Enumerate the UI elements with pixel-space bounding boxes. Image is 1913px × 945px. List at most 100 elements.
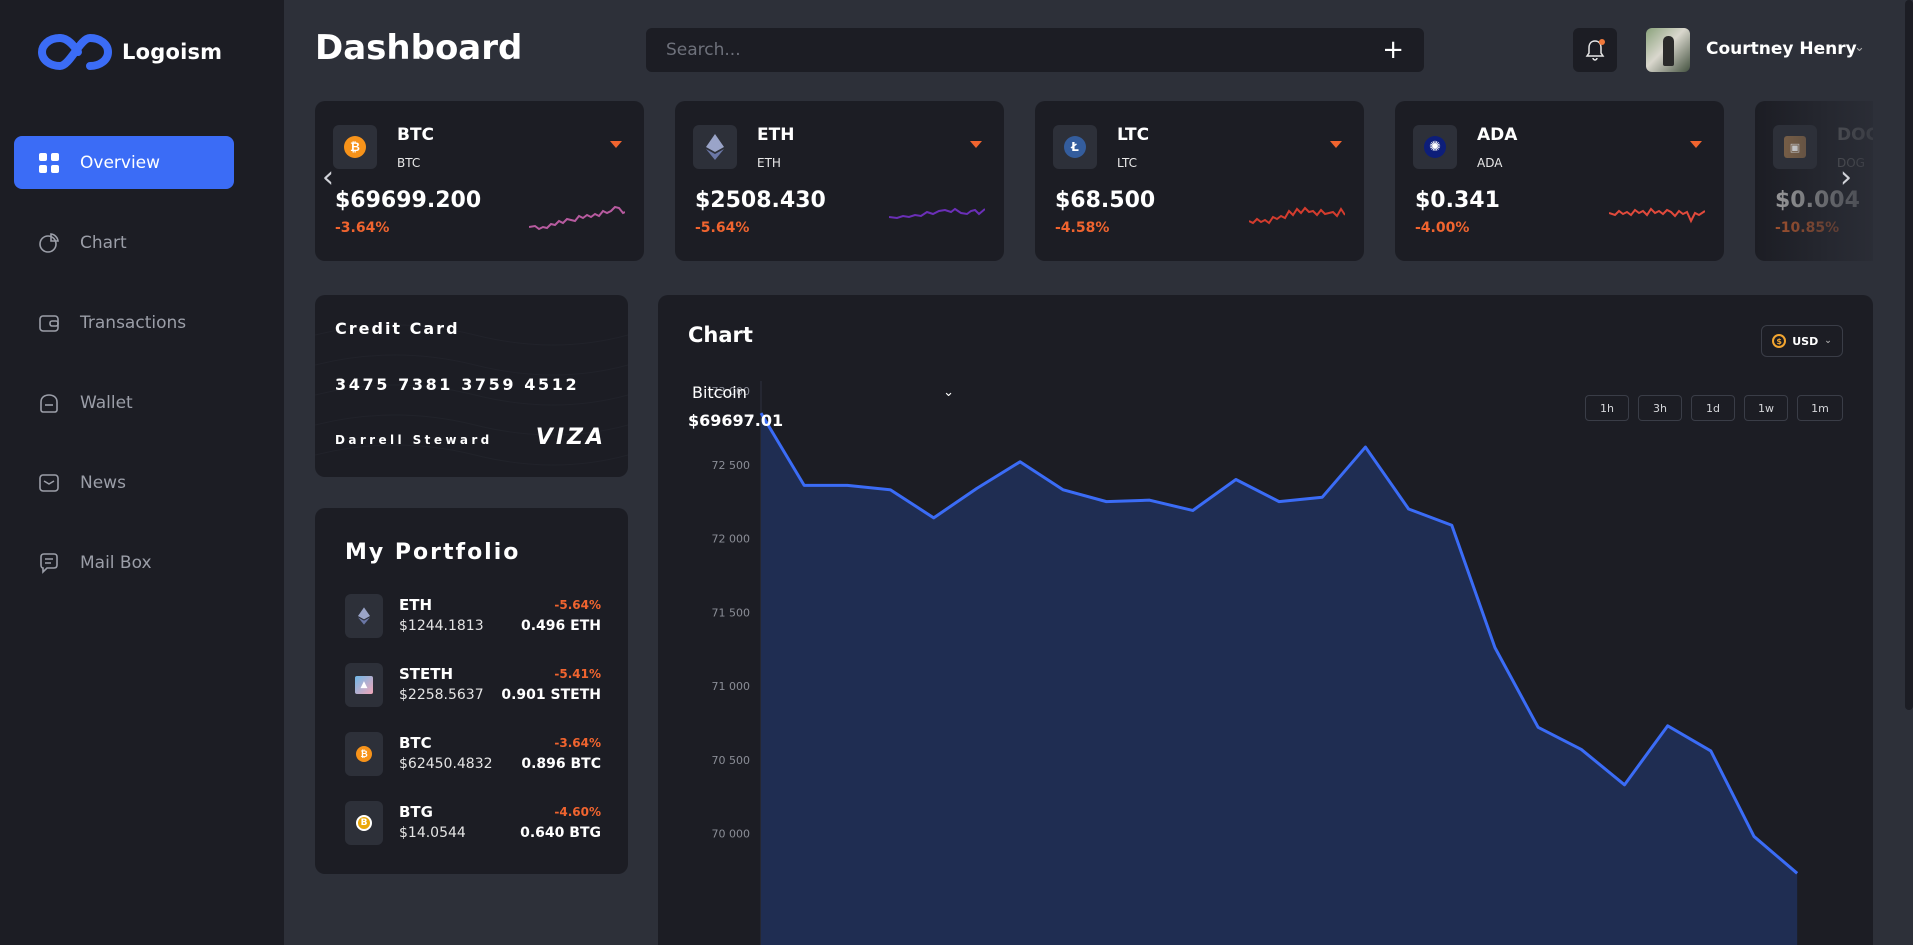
wallet-icon <box>38 392 60 414</box>
portfolio-amount: 0.640 BTG <box>520 825 601 841</box>
ticker-symbol: ADA <box>1477 125 1518 145</box>
avatar[interactable] <box>1646 28 1690 72</box>
sidebar-item-transactions[interactable]: Transactions <box>14 296 234 349</box>
portfolio-item[interactable]: ▲ STETH $2258.5637 -5.41% 0.901 STETH <box>345 663 601 707</box>
wallet-card-icon <box>38 312 60 334</box>
portfolio-change: -5.41% <box>554 667 601 681</box>
mail-icon <box>38 472 60 494</box>
coin-icon-box: ₿ <box>333 125 377 169</box>
notifications-button[interactable] <box>1573 28 1617 72</box>
ticker-change: -4.58% <box>1055 220 1110 236</box>
ticker-symbol: DOG <box>1837 125 1873 145</box>
sidebar-item-mail-box[interactable]: Mail Box <box>14 536 234 589</box>
chat-icon <box>38 552 60 574</box>
coin-icon-box: Ł <box>1053 125 1097 169</box>
logo-text: Logoism <box>122 40 223 64</box>
sidebar-item-news[interactable]: News <box>14 456 234 509</box>
sparkline <box>1249 206 1345 225</box>
chevron-down-icon: ⌄ <box>943 385 954 400</box>
portfolio-symbol: BTG <box>399 803 433 821</box>
chart-area <box>761 413 1798 945</box>
ticker-subtitle: LTC <box>1117 156 1138 170</box>
sidebar-item-label: Mail Box <box>80 552 152 573</box>
ticker-card-btc[interactable]: ₿ BTC BTC $69699.200 -3.64% <box>315 101 644 261</box>
carousel-prev-arrow-icon[interactable]: ‹ <box>322 163 334 193</box>
ticker-price: $2508.430 <box>695 188 826 213</box>
ticker-symbol: LTC <box>1117 125 1150 145</box>
timeframe-1m-button[interactable]: 1m <box>1797 395 1843 421</box>
portfolio-change: -5.64% <box>554 598 601 612</box>
portfolio-amount: 0.901 STETH <box>501 687 601 703</box>
user-name[interactable]: Courtney Henry <box>1706 39 1857 59</box>
ticker-card-dog[interactable]: ▣ DOG DOG $0.004 -10.85% <box>1755 101 1873 261</box>
ethereum-icon <box>345 594 383 638</box>
y-tick-label: 70 000 <box>712 828 751 841</box>
timeframe-1h-button[interactable]: 1h <box>1585 395 1629 421</box>
sidebar-item-label: Wallet <box>80 392 133 413</box>
add-button[interactable]: + <box>1382 37 1404 63</box>
portfolio-item[interactable]: B BTG $14.0544 -4.60% 0.640 BTG <box>345 801 601 845</box>
portfolio-item[interactable]: ₿ BTC $62450.4832 -3.64% 0.896 BTC <box>345 732 601 776</box>
scrollbar-thumb[interactable] <box>1905 0 1913 710</box>
notification-dot <box>1599 39 1605 45</box>
chevron-down-icon[interactable]: ⌄ <box>1854 40 1865 55</box>
ticker-card-ltc[interactable]: Ł LTC LTC $68.500 -4.58% <box>1035 101 1364 261</box>
grid-icon <box>38 152 60 174</box>
sidebar: Logoism Overview Chart Transactions Wall… <box>0 0 284 945</box>
portfolio-symbol: BTC <box>399 734 432 752</box>
ticker-symbol: ETH <box>757 125 795 145</box>
sidebar-item-chart[interactable]: Chart <box>14 216 234 269</box>
timeframe-1w-button[interactable]: 1w <box>1744 395 1788 421</box>
ticker-change: -10.85% <box>1775 220 1840 236</box>
chevron-down-icon: ⌄ <box>1824 336 1832 346</box>
sidebar-item-label: News <box>80 472 126 493</box>
y-tick-label: 72 000 <box>712 533 751 546</box>
asset-price: $69697.01 <box>688 411 784 430</box>
sparkline <box>529 205 625 231</box>
timeframe-3h-button[interactable]: 3h <box>1638 395 1682 421</box>
sparkline <box>889 207 985 220</box>
litecoin-icon: Ł <box>1064 136 1086 158</box>
scrollbar[interactable] <box>1903 0 1913 945</box>
portfolio-value: $2258.5637 <box>399 687 484 703</box>
coin-icon-box <box>693 125 737 169</box>
credit-card-widget[interactable]: Credit Card 3475 7381 3759 4512 Darrell … <box>315 295 628 477</box>
caret-down-icon[interactable] <box>1690 141 1702 148</box>
caret-down-icon[interactable] <box>610 141 622 148</box>
portfolio-value: $1244.1813 <box>399 618 484 634</box>
currency-select[interactable]: $ USD ⌄ <box>1761 325 1843 357</box>
ticker-card-ada[interactable]: ✺ ADA ADA $0.341 -4.00% <box>1395 101 1724 261</box>
card-brand: VIZA <box>535 425 606 450</box>
ticker-card-eth[interactable]: ETH ETH $2508.430 -5.64% <box>675 101 1004 261</box>
portfolio-title: My Portfolio <box>345 540 521 565</box>
card-number: 3475 7381 3759 4512 <box>335 375 580 394</box>
ticker-change: -5.64% <box>695 220 750 236</box>
asset-select[interactable]: Bitcoin ⌄ <box>692 383 954 402</box>
cardano-icon: ✺ <box>1424 136 1446 158</box>
portfolio-change: -4.60% <box>554 805 601 819</box>
ticker-subtitle: ETH <box>757 156 781 170</box>
portfolio-value: $14.0544 <box>399 825 466 841</box>
caret-down-icon[interactable] <box>1330 141 1342 148</box>
search-input[interactable] <box>666 40 1383 60</box>
dollar-coin-icon: $ <box>1772 334 1787 348</box>
search-bar: + <box>646 28 1424 72</box>
ethereum-icon <box>706 134 724 160</box>
y-tick-label: 71 500 <box>712 606 751 619</box>
currency-label: USD <box>1792 334 1819 348</box>
logo[interactable]: Logoism <box>38 30 222 74</box>
portfolio-item[interactable]: ETH $1244.1813 -5.64% 0.496 ETH <box>345 594 601 638</box>
portfolio-amount: 0.896 BTC <box>521 756 601 772</box>
pie-chart-icon <box>38 232 60 254</box>
ticker-carousel: ₿ BTC BTC $69699.200 -3.64% ETH ETH $250… <box>315 101 1873 261</box>
sidebar-item-overview[interactable]: Overview <box>14 136 234 189</box>
card-holder: Darrell Steward <box>335 433 493 447</box>
dog-coin-icon: ▣ <box>1784 136 1806 158</box>
ticker-price: $0.341 <box>1415 188 1500 213</box>
carousel-next-arrow-icon[interactable]: › <box>1840 163 1852 193</box>
timeframe-1d-button[interactable]: 1d <box>1691 395 1735 421</box>
caret-down-icon[interactable] <box>970 141 982 148</box>
chart-panel: 73 000 72 500 72 000 71 500 71 000 70 500 70 0… <box>658 295 1873 945</box>
sidebar-item-wallet[interactable]: Wallet <box>14 376 234 429</box>
portfolio-symbol: ETH <box>399 596 433 614</box>
